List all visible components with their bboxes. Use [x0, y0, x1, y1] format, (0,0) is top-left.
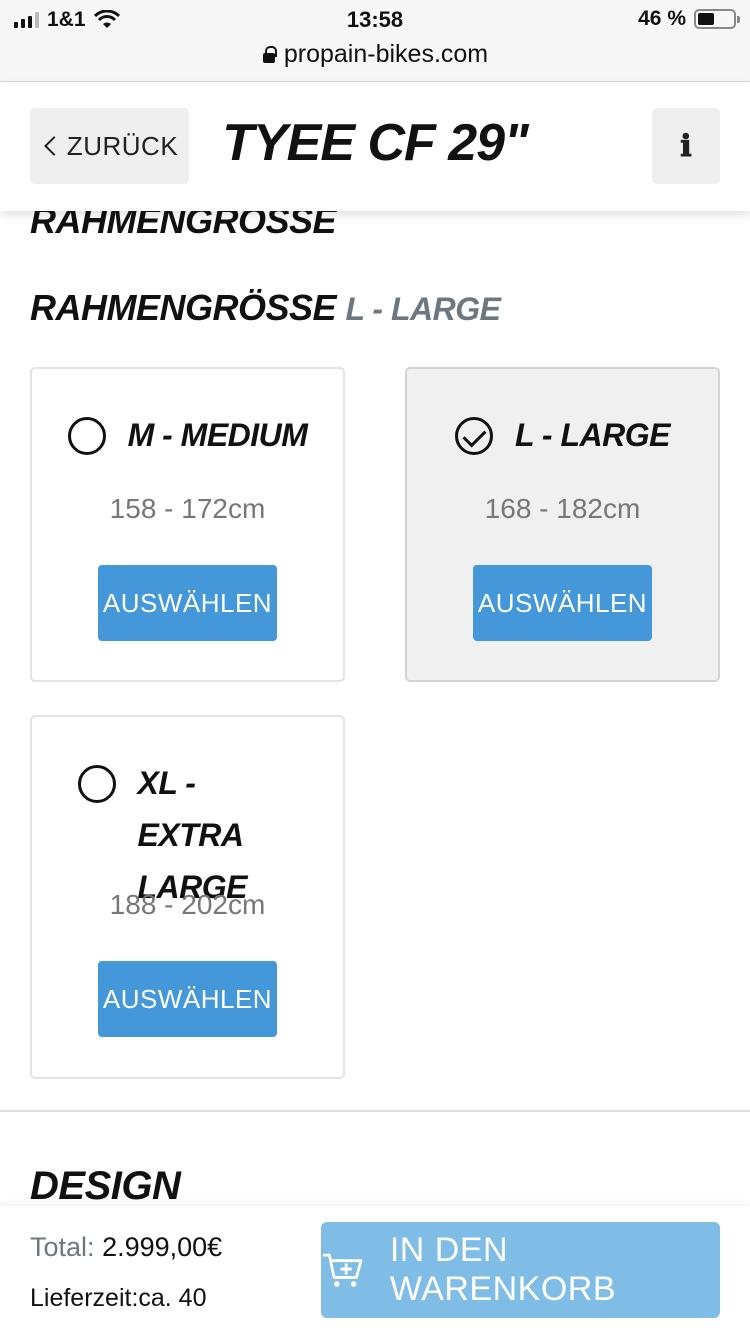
- select-button[interactable]: AUSWÄHLEN: [473, 565, 652, 641]
- size-option-m[interactable]: M - MEDIUM 158 - 172cm AUSWÄHLEN: [30, 367, 345, 682]
- radio-unchecked-icon[interactable]: [67, 417, 106, 455]
- total-label: Total:: [30, 1232, 95, 1262]
- total-price: Total: 2.999,00€: [30, 1232, 222, 1263]
- chevron-left-icon: [43, 136, 64, 156]
- select-button[interactable]: AUSWÄHLEN: [98, 961, 277, 1037]
- battery-status: 46 %: [638, 7, 740, 31]
- cart-plus-icon: [322, 1253, 363, 1287]
- size-option-xl[interactable]: XL - EXTRA LARGE 188 - 202cm AUSWÄHLEN: [30, 715, 345, 1079]
- frame-size-heading: RAHMENGRÖSSE L - LARGE: [30, 287, 501, 329]
- battery-icon: [694, 9, 740, 29]
- checkout-bar: Total: 2.999,00€ Lieferzeit:ca. 40 IN DE…: [0, 1206, 750, 1334]
- lock-icon: [262, 45, 277, 64]
- total-value: 2.999,00€: [102, 1232, 223, 1262]
- add-to-cart-label: IN DEN WARENKORB: [389, 1231, 617, 1308]
- select-button[interactable]: AUSWÄHLEN: [98, 565, 277, 641]
- browser-status-bar: 1&1 13:58 46 % propain-bikes.com: [0, 0, 750, 82]
- product-header: ZURÜCK TYEE CF 29" ℹ: [0, 83, 750, 211]
- frame-size-label: RAHMENGRÖSSE: [30, 287, 337, 328]
- size-range: 158 - 172cm: [109, 493, 266, 524]
- size-option-label: M - MEDIUM: [127, 417, 308, 453]
- add-to-cart-button[interactable]: IN DEN WARENKORB: [321, 1222, 720, 1318]
- battery-percent: 46 %: [638, 7, 686, 30]
- section-divider: [0, 1110, 750, 1112]
- checkmark-circle-icon[interactable]: [455, 417, 494, 455]
- delivery-time: Lieferzeit:ca. 40: [30, 1284, 207, 1312]
- url-text: propain-bikes.com: [283, 40, 489, 68]
- info-icon: ℹ: [680, 128, 692, 164]
- size-range: 168 - 182cm: [484, 493, 641, 524]
- back-button[interactable]: ZURÜCK: [30, 108, 189, 184]
- frame-size-selected: L - LARGE: [345, 291, 501, 327]
- info-button[interactable]: ℹ: [652, 108, 720, 184]
- size-option-l[interactable]: L - LARGE 168 - 182cm AUSWÄHLEN: [405, 367, 720, 682]
- address-bar[interactable]: propain-bikes.com: [0, 40, 750, 69]
- page-title: TYEE CF 29": [222, 114, 529, 172]
- back-label: ZURÜCK: [66, 130, 179, 161]
- size-option-label: L - LARGE: [515, 417, 670, 453]
- size-range: 188 - 202cm: [109, 889, 266, 920]
- radio-unchecked-icon[interactable]: [77, 765, 116, 803]
- design-heading: DESIGN: [30, 1164, 181, 1208]
